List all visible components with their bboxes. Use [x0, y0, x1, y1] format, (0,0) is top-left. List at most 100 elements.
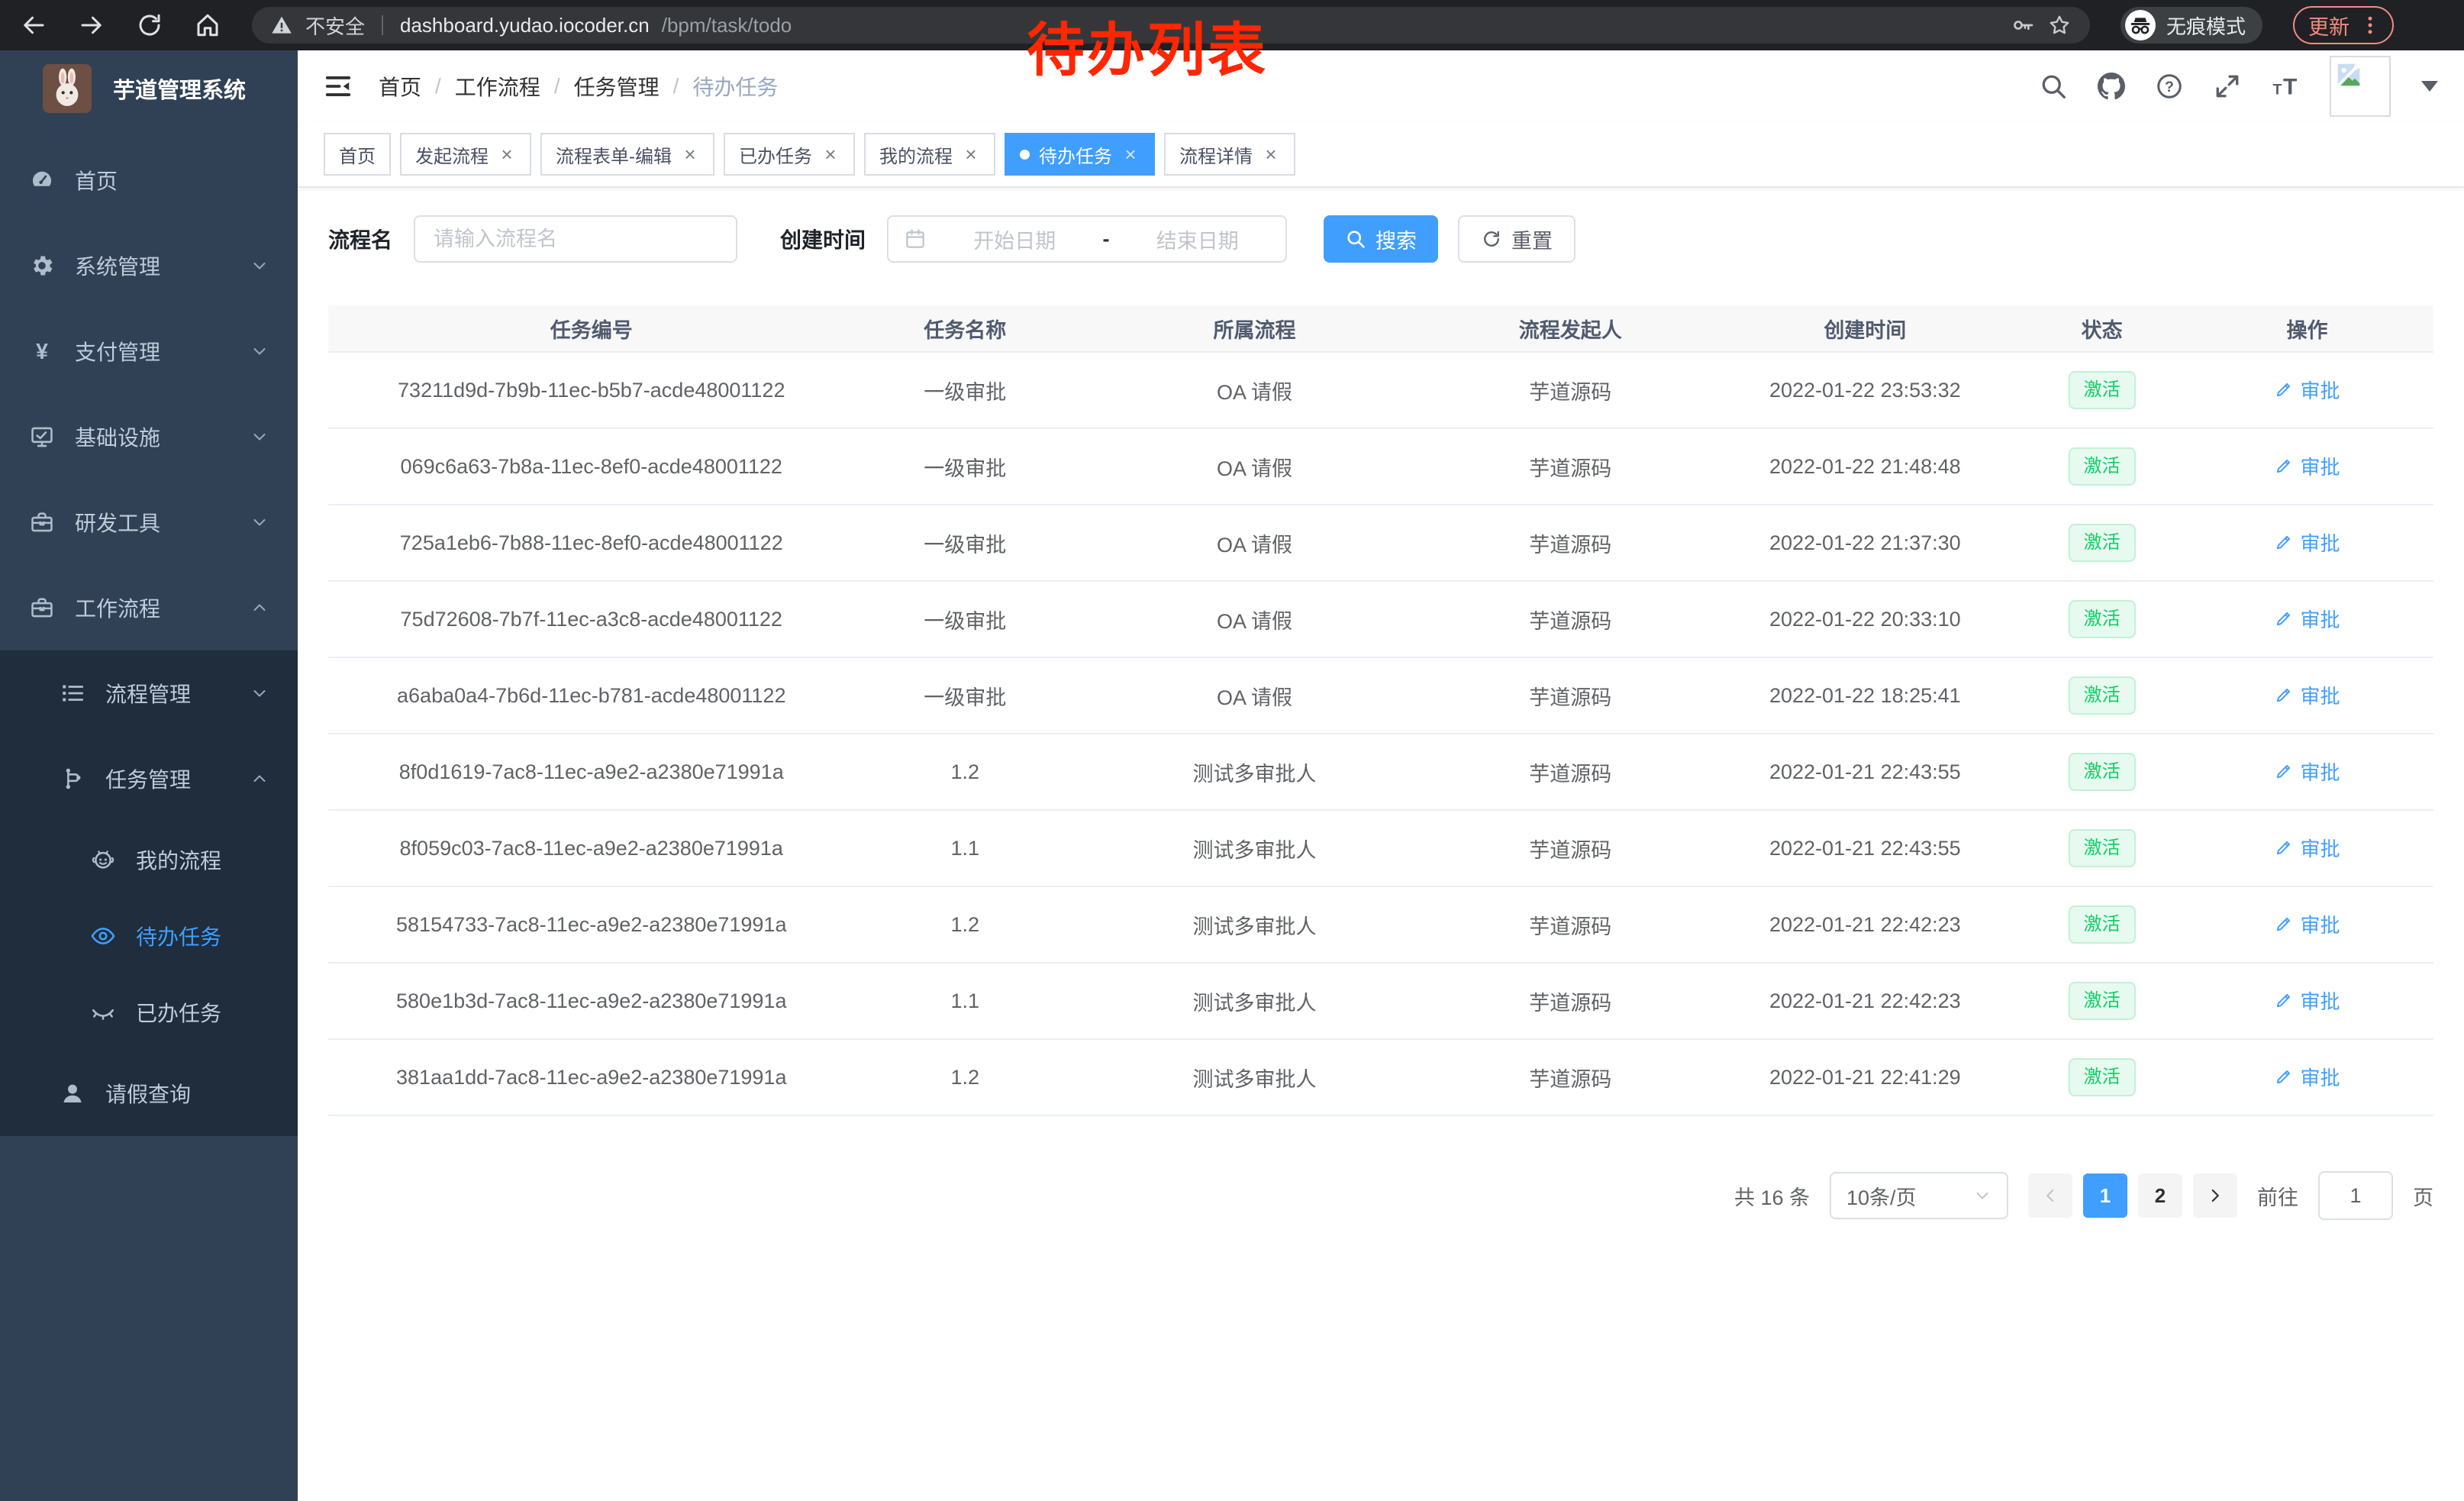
tab-close-icon[interactable]: × — [681, 145, 699, 163]
table-row: 58154733-7ac8-11ec-a9e2-a2380e71991a1.2测… — [328, 887, 2433, 964]
key-icon[interactable] — [2011, 13, 2035, 37]
help-icon[interactable]: ? — [2156, 73, 2183, 100]
approve-link[interactable]: 审批 — [2274, 452, 2340, 480]
bookmark-star-icon[interactable] — [2047, 13, 2072, 37]
approve-link[interactable]: 审批 — [2274, 376, 2340, 404]
action-cell: 审批 — [2181, 910, 2433, 940]
tab-form-edit[interactable]: 流程表单-编辑× — [540, 133, 714, 176]
chevron-down-icon — [250, 513, 269, 531]
github-icon[interactable] — [2098, 73, 2125, 100]
sidebar-item-payment[interactable]: ¥支付管理 — [0, 308, 298, 394]
font-size-icon[interactable]: TT — [2272, 73, 2299, 100]
monitor-icon — [29, 424, 55, 450]
tab-start-process[interactable]: 发起流程× — [400, 133, 531, 176]
reload-icon[interactable] — [136, 11, 163, 39]
sidebar-item-devtools[interactable]: 研发工具 — [0, 479, 298, 565]
status-badge: 激活 — [2069, 676, 2136, 715]
home-icon[interactable] — [194, 11, 221, 39]
forward-icon[interactable] — [78, 11, 105, 39]
sidebar-item-my-process[interactable]: 我的流程 — [0, 822, 298, 898]
status-cell: 激活 — [2023, 524, 2181, 562]
approve-link[interactable]: 审批 — [2274, 528, 2340, 557]
tab-close-icon[interactable]: × — [821, 145, 840, 163]
tab-home[interactable]: 首页 — [324, 133, 391, 176]
sidebar-item-task-mgmt[interactable]: 任务管理 — [0, 736, 298, 822]
content: 流程名 创建时间 开始日期 - 结束日期 搜索 重置 — [298, 188, 2464, 1501]
breadcrumb-item[interactable]: 首页 — [379, 71, 421, 102]
approve-link[interactable]: 审批 — [2274, 681, 2340, 709]
page-size-select[interactable]: 10条/页 — [1830, 1172, 2008, 1219]
column-header: 所属流程 — [1076, 314, 1434, 344]
tab-close-icon[interactable]: × — [1121, 145, 1140, 163]
task-id-cell: 580e1b3d-7ac8-11ec-a9e2-a2380e71991a — [328, 989, 855, 1013]
approve-link[interactable]: 审批 — [2274, 605, 2340, 633]
approve-link[interactable]: 审批 — [2274, 757, 2340, 786]
sidebar-menu: 首页系统管理¥支付管理基础设施研发工具工作流程流程管理任务管理我的流程待办任务已… — [0, 127, 298, 1136]
approve-label: 审批 — [2300, 910, 2340, 938]
sidebar-item-label: 我的流程 — [136, 844, 221, 875]
tab-todo-task[interactable]: 待办任务× — [1005, 133, 1155, 176]
approve-link[interactable]: 审批 — [2274, 910, 2340, 938]
back-icon[interactable] — [20, 11, 47, 39]
search-icon[interactable] — [2040, 73, 2067, 100]
approve-link[interactable]: 审批 — [2274, 986, 2340, 1015]
tab-my-process[interactable]: 我的流程× — [864, 133, 995, 176]
search-button[interactable]: 搜索 — [1324, 215, 1438, 263]
process-cell: 测试多审批人 — [1076, 986, 1434, 1016]
reset-button[interactable]: 重置 — [1458, 215, 1575, 263]
approve-link[interactable]: 审批 — [2274, 834, 2340, 862]
tab-close-icon[interactable]: × — [1262, 145, 1280, 163]
chrome-update-button[interactable]: 更新 — [2293, 6, 2394, 44]
approve-link[interactable]: 审批 — [2274, 1063, 2340, 1091]
avatar[interactable] — [2330, 56, 2391, 117]
chevron-up-icon — [250, 599, 269, 617]
tab-close-icon[interactable]: × — [962, 145, 980, 163]
process-name-input[interactable] — [414, 215, 737, 263]
address-bar[interactable]: 不安全 dashboard.yudao.iocoder.cn/bpm/task/… — [252, 7, 2090, 44]
sidebar-item-infra[interactable]: 基础设施 — [0, 394, 298, 479]
prev-page-button[interactable] — [2028, 1173, 2072, 1218]
tab-done-task[interactable]: 已办任务× — [724, 133, 855, 176]
action-cell: 审批 — [2181, 528, 2433, 558]
page-button-1[interactable]: 1 — [2083, 1173, 2127, 1218]
calendar-icon — [904, 228, 927, 250]
next-page-button[interactable] — [2193, 1173, 2237, 1218]
task-id-cell: 58154733-7ac8-11ec-a9e2-a2380e71991a — [328, 913, 855, 937]
status-cell: 激活 — [2023, 600, 2181, 638]
avatar-caret-icon[interactable] — [2421, 81, 2438, 92]
column-header: 创建时间 — [1707, 314, 2023, 344]
sidebar-item-system[interactable]: 系统管理 — [0, 223, 298, 308]
pencil-icon — [2274, 761, 2294, 781]
sidebar-item-process-mgmt[interactable]: 流程管理 — [0, 650, 298, 736]
sidebar-collapse-icon[interactable] — [324, 72, 353, 101]
status-badge: 激活 — [2069, 1058, 2136, 1096]
approve-label: 审批 — [2300, 1063, 2340, 1091]
app-logo[interactable]: 芋道管理系统 — [0, 50, 298, 127]
sidebar-item-label: 首页 — [75, 165, 118, 195]
pencil-icon — [2274, 1067, 2294, 1086]
action-cell: 审批 — [2181, 376, 2433, 405]
task-name-cell: 1.1 — [855, 989, 1076, 1013]
sidebar-item-done-task[interactable]: 已办任务 — [0, 974, 298, 1051]
toolbox-icon — [29, 509, 55, 535]
sidebar-item-workflow[interactable]: 工作流程 — [0, 565, 298, 650]
browser-menu-icon[interactable] — [2362, 14, 2379, 37]
page-button-2[interactable]: 2 — [2138, 1173, 2182, 1218]
briefcase-icon — [29, 595, 55, 621]
incognito-badge: 无痕模式 — [2121, 7, 2262, 44]
table-row: 8f0d1619-7ac8-11ec-a9e2-a2380e71991a1.2测… — [328, 734, 2433, 811]
chevron-down-icon — [250, 684, 269, 702]
tab-close-icon[interactable]: × — [498, 145, 516, 163]
breadcrumb-item[interactable]: 任务管理 — [574, 71, 660, 102]
pencil-icon — [2274, 990, 2294, 1010]
tab-process-detail[interactable]: 流程详情× — [1164, 133, 1295, 176]
date-range-input[interactable]: 开始日期 - 结束日期 — [887, 215, 1287, 263]
table-row: 069c6a63-7b8a-11ec-8ef0-acde48001122一级审批… — [328, 429, 2433, 505]
jump-page-input[interactable] — [2318, 1171, 2393, 1220]
breadcrumb-item[interactable]: 工作流程 — [455, 71, 540, 102]
fullscreen-icon[interactable] — [2214, 73, 2241, 100]
sidebar-item-todo-task[interactable]: 待办任务 — [0, 898, 298, 974]
sidebar-item-home[interactable]: 首页 — [0, 137, 298, 223]
sidebar-item-leave-query[interactable]: 请假查询 — [0, 1051, 298, 1136]
task-name-cell: 1.2 — [855, 1066, 1076, 1089]
